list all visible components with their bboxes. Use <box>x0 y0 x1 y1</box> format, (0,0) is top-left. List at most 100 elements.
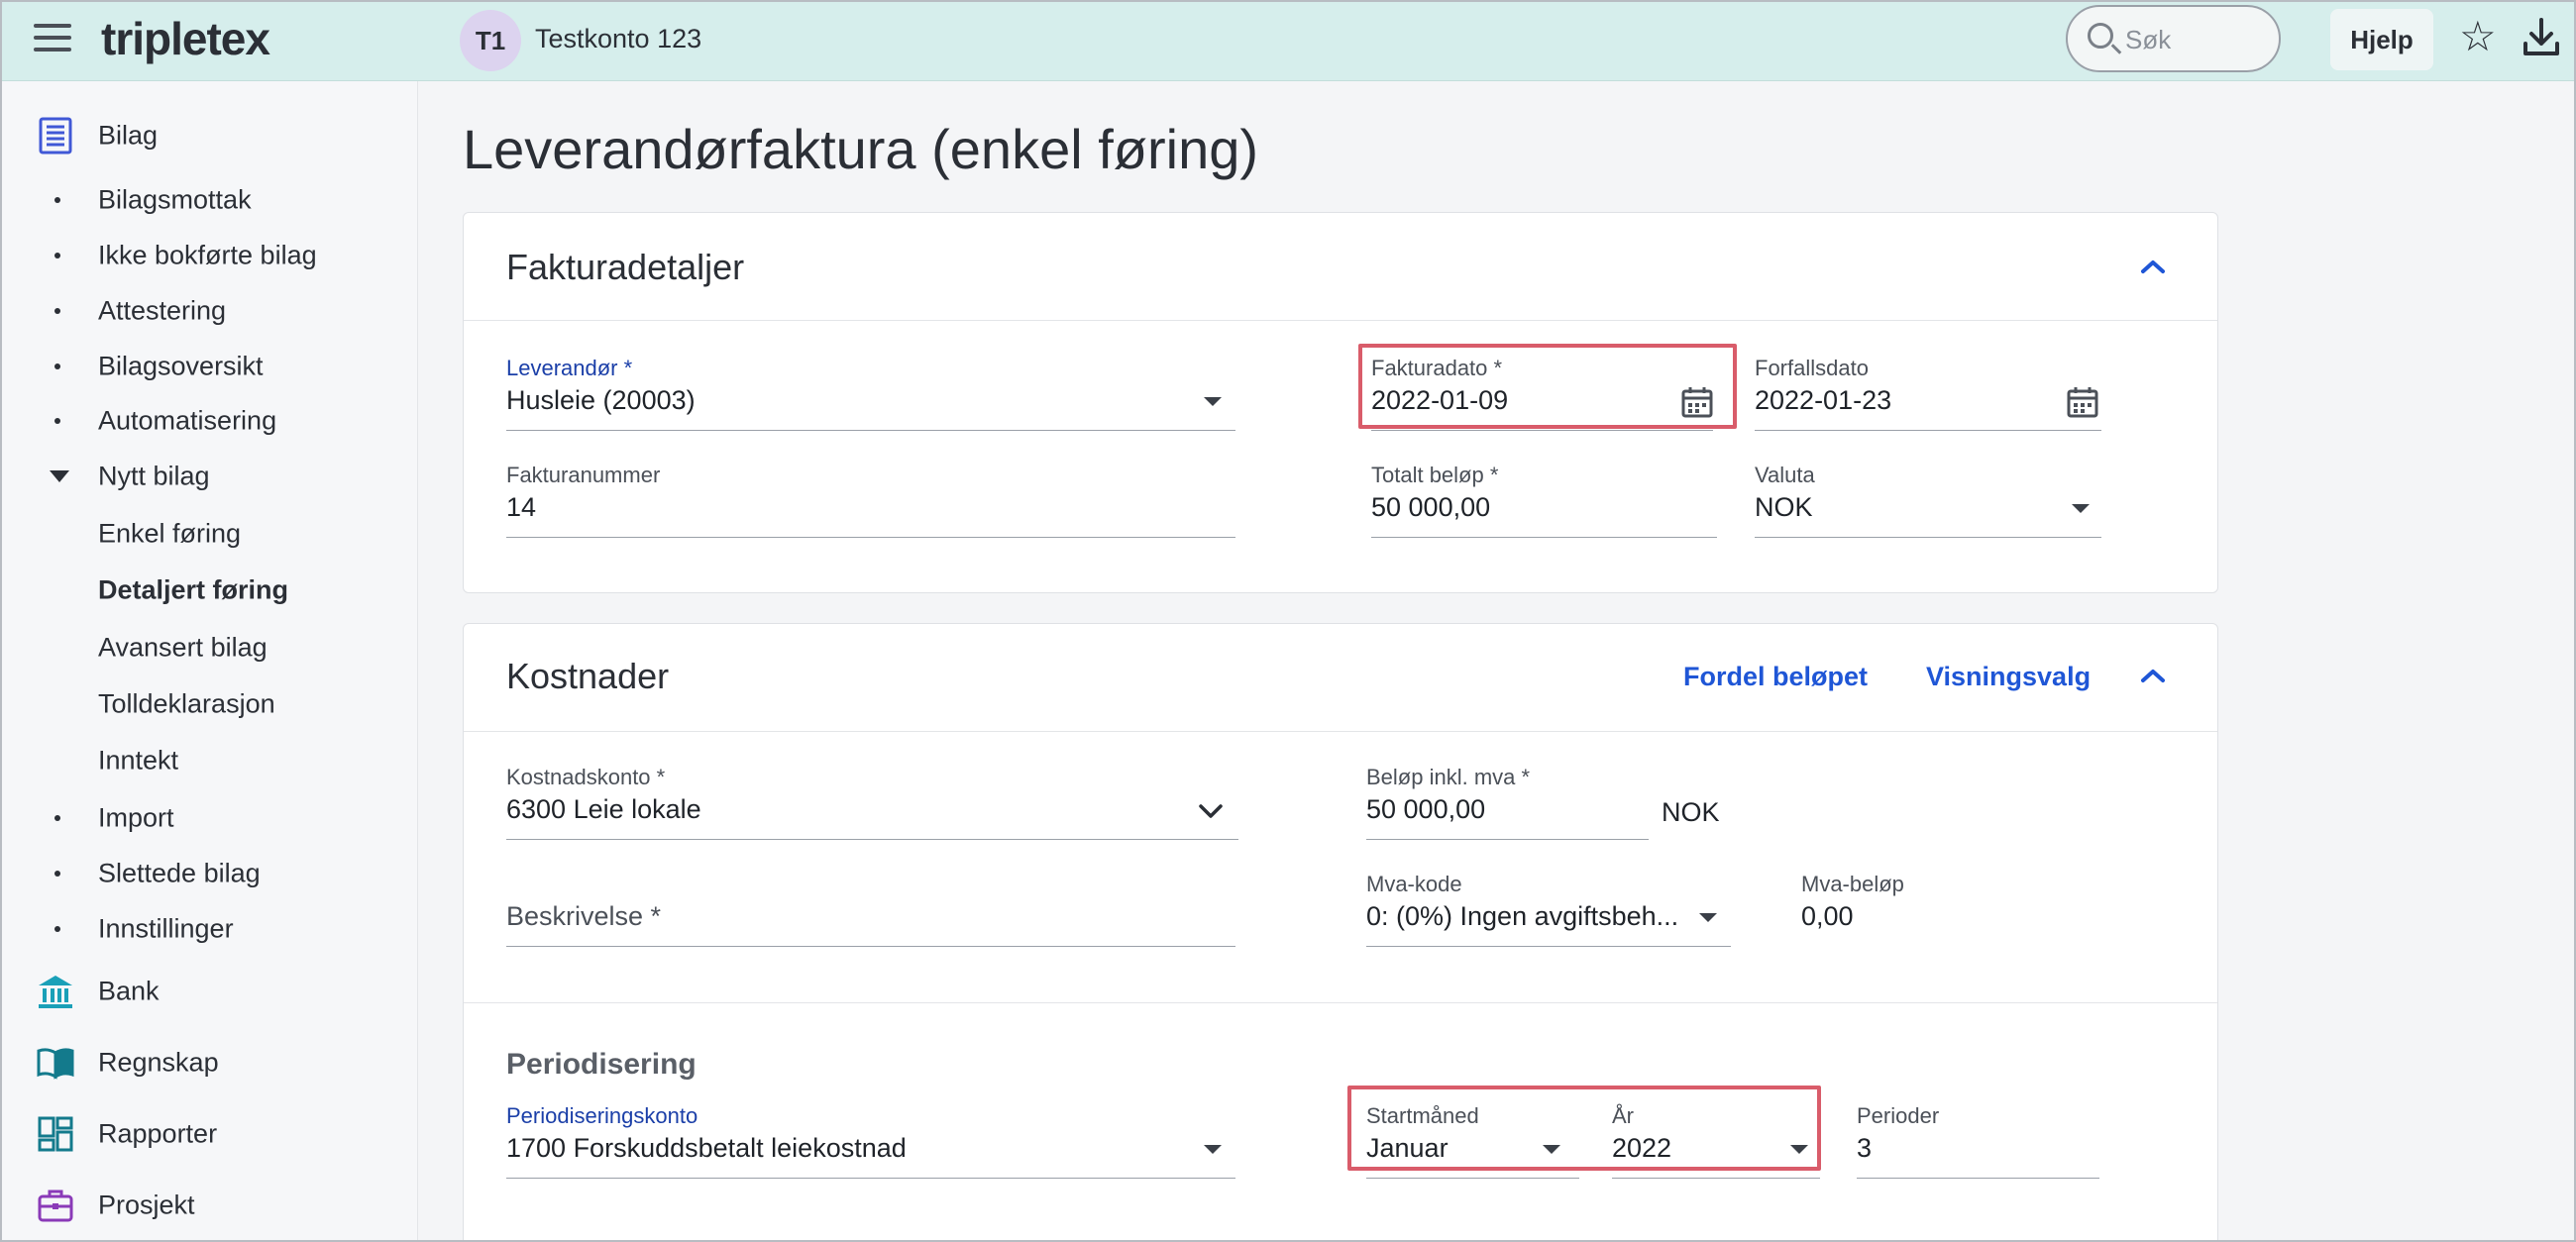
kostnadskonto-value: 6300 Leie lokale <box>506 794 701 824</box>
sidebar-item-bilagsoversikt[interactable]: Bilagsoversikt <box>2 339 418 394</box>
sidebar-item-inntekt[interactable]: Inntekt <box>2 733 418 788</box>
mva-belop-label: Mva-beløp <box>1801 872 1904 896</box>
bullet <box>54 815 60 821</box>
fakturadetaljer-title: Fakturadetaljer <box>506 247 745 287</box>
sidebar-item-attestering[interactable]: Attestering <box>2 283 418 339</box>
menu-icon[interactable] <box>34 24 71 57</box>
sidebar-item-regnskap[interactable]: Regnskap <box>2 1035 418 1090</box>
belop-currency: NOK <box>1662 797 1720 827</box>
caret-down-icon <box>2072 504 2090 513</box>
fakturanummer-label: Fakturanummer <box>506 463 661 487</box>
sidebar-item-prosjekt[interactable]: Prosjekt <box>2 1178 418 1233</box>
totalt-belop-input[interactable]: Totalt beløp * 50 000,00 <box>1371 463 1717 542</box>
caret-down-icon <box>1204 397 1222 406</box>
forfallsdato-label: Forfallsdato <box>1755 356 1869 380</box>
sidebar-item-avansert-bilag[interactable]: Avansert bilag <box>2 620 418 675</box>
leverandor-select[interactable]: Leverandør * Husleie (20003) <box>506 356 1235 435</box>
book-icon <box>37 1048 74 1080</box>
field-underline <box>1366 839 1649 840</box>
sidebar-item-label: Detaljert føring <box>98 574 289 605</box>
mva-belop-display: Mva-beløp 0,00 <box>1801 872 2039 951</box>
belop-inkl-mva-input[interactable]: Beløp inkl. mva * 50 000,00 <box>1366 765 1649 844</box>
sidebar-item-bank[interactable]: Bank <box>2 964 418 1019</box>
divider <box>464 1002 2217 1003</box>
mva-kode-label: Mva-kode <box>1366 872 1462 896</box>
field-underline <box>1371 430 1713 431</box>
search-box[interactable] <box>2066 5 2281 72</box>
help-button[interactable]: Hjelp <box>2330 9 2433 70</box>
belop-label: Beløp inkl. mva * <box>1366 765 1531 789</box>
sidebar-item-label: Nytt bilag <box>98 461 210 491</box>
field-underline <box>1371 537 1717 538</box>
field-underline <box>1755 430 2101 431</box>
mva-belop-value: 0,00 <box>1801 901 1854 931</box>
fakturadetaljer-card: Fakturadetaljer Leverandør * Husleie (20… <box>463 212 2218 593</box>
field-underline <box>1612 1178 1820 1179</box>
valuta-value: NOK <box>1755 492 1813 522</box>
tripletex-logo[interactable]: tripletex <box>101 12 270 65</box>
perioder-value: 3 <box>1857 1133 1873 1163</box>
account-avatar[interactable]: T1 <box>460 10 521 71</box>
perioder-input[interactable]: Perioder 3 <box>1857 1103 2099 1183</box>
periodiseringskonto-select[interactable]: Periodiseringskonto 1700 Forskuddsbetalt… <box>506 1103 1235 1183</box>
chevron-up-icon[interactable] <box>2140 668 2166 683</box>
bullet <box>54 926 60 932</box>
fordel-belopet-link[interactable]: Fordel beløpet <box>1683 662 1868 692</box>
sidebar-item-label: Attestering <box>98 295 227 326</box>
kostnader-card: Kostnader Fordel beløpet Visningsvalg Ko… <box>463 623 2218 1240</box>
account-name[interactable]: Testkonto 123 <box>535 24 701 54</box>
caret-down-icon <box>1204 1145 1222 1154</box>
sidebar-item-tolldeklarasjon[interactable]: Tolldeklarasjon <box>2 676 418 732</box>
divider <box>464 320 2217 321</box>
beskrivelse-input[interactable]: Beskrivelse * <box>506 872 1235 951</box>
app-window: tripletex T1 Testkonto 123 Hjelp ☆ Bilag <box>0 0 2576 1242</box>
field-underline <box>1366 946 1731 947</box>
perioder-label: Perioder <box>1857 1103 1940 1128</box>
sidebar-item-label: Avansert bilag <box>98 632 268 663</box>
sidebar-item-label: Tolldeklarasjon <box>98 688 275 719</box>
belop-value: 50 000,00 <box>1366 794 1486 824</box>
mva-kode-select[interactable]: Mva-kode 0: (0%) Ingen avgiftsbeh... <box>1366 872 1731 951</box>
visningsvalg-link[interactable]: Visningsvalg <box>1926 662 2091 692</box>
sidebar-item-label: Automatisering <box>98 405 277 436</box>
sidebar-item-label: Bilagsmottak <box>98 184 252 215</box>
star-icon[interactable]: ☆ <box>2459 16 2497 57</box>
page-title: Leverandørfaktura (enkel føring) <box>463 118 1259 180</box>
forfallsdato-input[interactable]: Forfallsdato 2022-01-23 <box>1755 356 2101 435</box>
field-underline <box>506 430 1235 431</box>
chevron-up-icon[interactable] <box>2140 259 2166 274</box>
sidebar-item-innstillinger[interactable]: Innstillinger <box>2 901 418 957</box>
chevron-down-icon <box>1199 804 1223 818</box>
dashboard-icon <box>38 1116 73 1152</box>
field-underline <box>506 946 1235 947</box>
divider <box>464 731 2217 732</box>
sidebar-item-enkel-foring[interactable]: Enkel føring <box>2 506 418 562</box>
sidebar-item-label: Inntekt <box>98 745 179 776</box>
field-underline <box>506 537 1235 538</box>
sidebar-item-automatisering[interactable]: Automatisering <box>2 393 418 449</box>
fakturanummer-input[interactable]: Fakturanummer 14 <box>506 463 1235 542</box>
sidebar-item-nytt-bilag[interactable]: Nytt bilag <box>2 449 418 504</box>
sidebar-item-import[interactable]: Import <box>2 790 418 846</box>
sidebar-item-rapporter[interactable]: Rapporter <box>2 1106 418 1162</box>
sidebar-item-detaljert-foring[interactable]: Detaljert føring <box>2 563 418 618</box>
sidebar-item-slettede-bilag[interactable]: Slettede bilag <box>2 846 418 901</box>
fakturanummer-value: 14 <box>506 492 537 522</box>
valuta-select[interactable]: Valuta NOK <box>1755 463 2101 542</box>
sidebar-item-label: Regnskap <box>98 1047 219 1078</box>
bullet <box>54 418 60 424</box>
top-bar: tripletex T1 Testkonto 123 Hjelp ☆ <box>2 2 2574 81</box>
triangle-down-icon <box>50 470 69 482</box>
periodisering-title: Periodisering <box>506 1048 697 1081</box>
calendar-icon[interactable] <box>2066 385 2099 419</box>
sidebar-item-label: Bilagsoversikt <box>98 351 264 381</box>
search-input[interactable] <box>2125 21 2264 58</box>
sidebar-item-ikke-bokforte[interactable]: Ikke bokførte bilag <box>2 228 418 283</box>
kostnadskonto-select[interactable]: Kostnadskonto * 6300 Leie lokale <box>506 765 1238 844</box>
mva-kode-value: 0: (0%) Ingen avgiftsbeh... <box>1366 901 1679 931</box>
sidebar-item-bilag[interactable]: Bilag <box>2 108 418 163</box>
field-underline <box>1857 1178 2099 1179</box>
download-icon[interactable] <box>2522 16 2561 59</box>
sidebar-item-bilagsmottak[interactable]: Bilagsmottak <box>2 172 418 228</box>
totalt-belop-label: Totalt beløp * <box>1371 463 1499 487</box>
